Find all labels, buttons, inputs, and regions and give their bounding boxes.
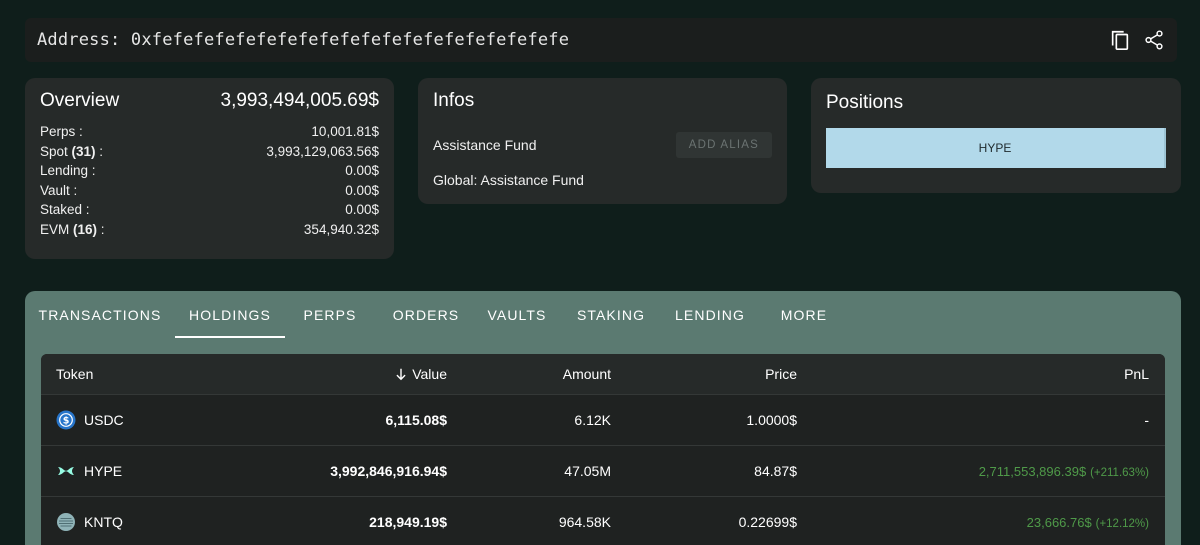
header-pnl[interactable]: PnL bbox=[797, 366, 1149, 382]
arrow-down-icon bbox=[396, 368, 406, 381]
overview-row-value: 10,001.81$ bbox=[311, 124, 379, 139]
overview-card: Overview 3,993,494,005.69$ Perps : 10,00… bbox=[25, 78, 394, 259]
overview-row-perps: Perps : 10,001.81$ bbox=[40, 122, 379, 142]
tab-staking[interactable]: STAKING bbox=[557, 291, 665, 338]
table-row[interactable]: KNTQ 218,949.19$ 964.58K 0.22699$ 23,666… bbox=[41, 496, 1165, 545]
cell-amount: 47.05M bbox=[564, 463, 611, 479]
overview-total: 3,993,494,005.69$ bbox=[220, 90, 380, 111]
token-name: USDC bbox=[84, 412, 124, 428]
overview-row-value: 354,940.32$ bbox=[303, 221, 379, 237]
svg-text:$: $ bbox=[63, 416, 70, 427]
overview-row-count: (16) bbox=[73, 221, 98, 237]
overview-title: Overview bbox=[40, 90, 120, 111]
overview-row-label: Perps : bbox=[40, 124, 83, 139]
cell-amount: 964.58K bbox=[558, 514, 611, 530]
infos-name-row: Assistance Fund ADD ALIAS bbox=[433, 132, 772, 158]
infos-global: Global: Assistance Fund bbox=[433, 172, 584, 188]
token-name: HYPE bbox=[84, 463, 123, 479]
cell-value: 6,115.08$ bbox=[385, 412, 447, 428]
overview-row-label: Vault : bbox=[40, 182, 78, 198]
cell-value: 3,992,846,916.94$ bbox=[330, 463, 447, 479]
overview-row-value: 0.00$ bbox=[345, 182, 379, 198]
cell-price: 0.22699$ bbox=[738, 514, 797, 530]
overview-row-label: Staked : bbox=[40, 202, 90, 218]
header-value[interactable]: Value bbox=[241, 366, 447, 382]
overview-row-vault: Vault : 0.00$ bbox=[40, 181, 379, 201]
overview-row-label: EVM (16) : bbox=[40, 221, 105, 237]
overview-row-label: Spot (31) : bbox=[40, 143, 104, 159]
infos-card: Infos Assistance Fund ADD ALIAS Global: … bbox=[418, 78, 787, 204]
add-alias-button[interactable]: ADD ALIAS bbox=[675, 132, 772, 158]
position-chip-hype[interactable]: HYPE bbox=[826, 128, 1166, 168]
cell-value: 218,949.19$ bbox=[369, 514, 447, 530]
infos-title: Infos bbox=[433, 90, 475, 111]
infos-name: Assistance Fund bbox=[433, 137, 537, 153]
tab-transactions[interactable]: TRANSACTIONS bbox=[25, 291, 175, 338]
token-name: KNTQ bbox=[84, 514, 123, 530]
overview-row-value: 0.00$ bbox=[345, 163, 379, 179]
table-row[interactable]: HYPE 3,992,846,916.94$ 47.05M 84.87$ 2,7… bbox=[41, 445, 1165, 496]
header-price[interactable]: Price bbox=[611, 366, 797, 382]
copy-icon[interactable] bbox=[1109, 29, 1131, 51]
overview-row-staked: Staked : 0.00$ bbox=[40, 200, 379, 220]
positions-card: Positions HYPE bbox=[811, 78, 1181, 193]
address-actions bbox=[1109, 29, 1165, 51]
cell-pnl: 23,666.76$ (+12.12%) bbox=[1026, 515, 1149, 530]
cell-pnl: 2,711,553,896.39$ (+211.63%) bbox=[978, 464, 1149, 479]
header-amount[interactable]: Amount bbox=[447, 366, 611, 382]
table-row[interactable]: $ USDC 6,115.08$ 6.12K 1.0000$ - bbox=[41, 394, 1165, 445]
holdings-panel: TRANSACTIONS HOLDINGS PERPS ORDERS VAULT… bbox=[25, 291, 1181, 545]
kntq-icon bbox=[56, 512, 76, 532]
overview-row-label: Lending : bbox=[40, 163, 96, 179]
overview-row-count: (31) bbox=[71, 143, 96, 159]
overview-row-evm: EVM (16) : 354,940.32$ bbox=[40, 220, 379, 240]
tab-more[interactable]: MORE bbox=[755, 291, 853, 338]
overview-row-value: 3,993,129,063.56$ bbox=[266, 143, 379, 159]
overview-row-value: 0.00$ bbox=[345, 202, 379, 218]
tab-orders[interactable]: ORDERS bbox=[375, 291, 477, 338]
share-icon[interactable] bbox=[1143, 29, 1165, 51]
tab-perps[interactable]: PERPS bbox=[285, 291, 375, 338]
holdings-table: Token Value Amount Price PnL $ USDC 6,11… bbox=[41, 354, 1165, 545]
cell-price: 1.0000$ bbox=[746, 412, 797, 428]
overview-row-lending: Lending : 0.00$ bbox=[40, 161, 379, 181]
tab-bar: TRANSACTIONS HOLDINGS PERPS ORDERS VAULT… bbox=[25, 291, 1181, 338]
address-bar: Address: 0xfefefefefefefefefefefefefefef… bbox=[25, 18, 1177, 62]
tab-lending[interactable]: LENDING bbox=[665, 291, 755, 338]
overview-row-spot: Spot (31) : 3,993,129,063.56$ bbox=[40, 142, 379, 162]
usdc-icon: $ bbox=[56, 410, 76, 430]
cell-pnl: - bbox=[1144, 412, 1149, 428]
tab-vaults[interactable]: VAULTS bbox=[477, 291, 557, 338]
cell-price: 84.87$ bbox=[754, 463, 797, 479]
address-text: Address: 0xfefefefefefefefefefefefefefef… bbox=[37, 30, 570, 50]
table-header: Token Value Amount Price PnL bbox=[41, 354, 1165, 394]
positions-title: Positions bbox=[826, 92, 904, 113]
tab-holdings[interactable]: HOLDINGS bbox=[175, 291, 285, 338]
hype-icon bbox=[56, 461, 76, 481]
cell-amount: 6.12K bbox=[574, 412, 611, 428]
header-token[interactable]: Token bbox=[41, 366, 241, 382]
